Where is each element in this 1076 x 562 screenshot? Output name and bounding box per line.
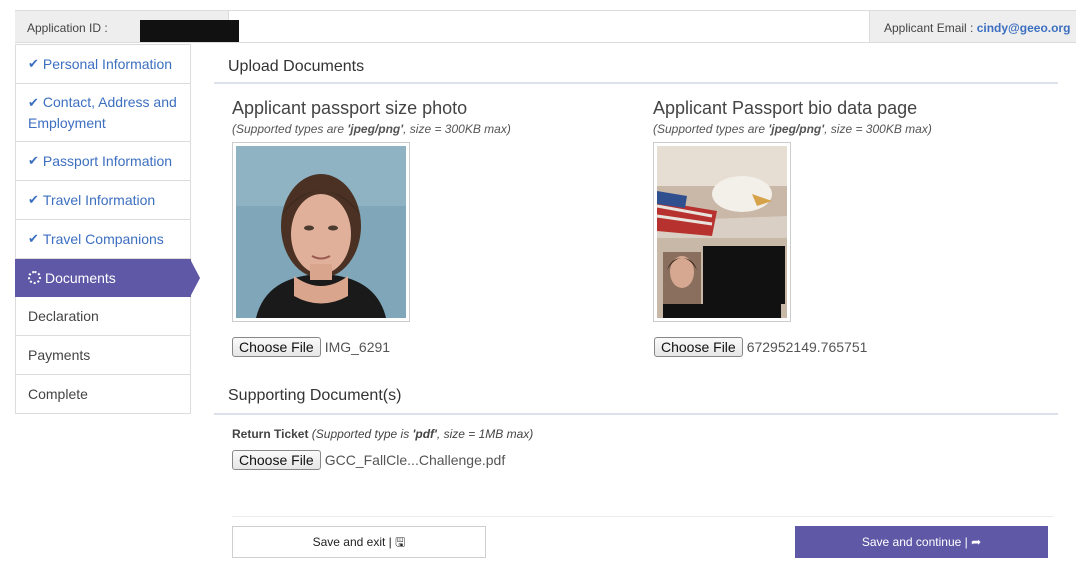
spinner-icon [28,271,41,284]
sidebar-item-declaration[interactable]: Declaration [15,297,191,336]
sidebar-item-personal-information[interactable]: ✔ Personal Information [15,44,191,84]
return-ticket-file-row: Choose File GCC_FallCle...Challenge.pdf [232,450,505,470]
bio-choose-file-button[interactable]: Choose File [654,337,743,357]
return-ticket-hint-prefix: (Supported type is [308,427,413,441]
upload-documents-heading: Upload Documents [214,44,1058,84]
supporting-documents-title: Supporting Document(s) [228,387,402,404]
bio-hint: (Supported types are 'jpeg/png', size = … [653,122,932,136]
sidebar-item-travel-information[interactable]: ✔ Travel Information [15,181,191,220]
sidebar-item-contact-address[interactable]: ✔ Contact, Address and Employment [15,84,191,142]
sidebar-item-label: Payments [28,347,91,363]
application-id-label: Application ID : [27,21,108,35]
sidebar-item-label: Travel Companions [42,231,164,247]
sidebar-item-complete[interactable]: Complete [15,375,191,414]
photo-hint-types: 'jpeg/png' [347,122,404,136]
sidebar-item-label: Documents [45,269,116,286]
photo-preview [232,142,410,322]
bio-title: Applicant Passport bio data page [653,98,918,118]
return-ticket-choose-file-button[interactable]: Choose File [232,450,321,470]
return-ticket-hint-suffix: , size = 1MB max) [436,427,534,441]
bottom-divider [232,516,1054,517]
supporting-documents-heading: Supporting Document(s) [214,383,1058,415]
return-ticket-label-row: Return Ticket (Supported type is 'pdf', … [232,427,533,441]
top-bar: Application ID : Applicant Email : cindy… [15,10,1076,43]
save-and-exit-button[interactable]: Save and exit | 🖫 [232,526,486,558]
bio-preview-image [657,146,787,318]
sidebar-item-label: ✔ Contact, Address and Employment [28,92,178,133]
sidebar-nav: ✔ Personal Information ✔ Contact, Address … [15,44,200,414]
save-and-continue-button[interactable]: Save and continue | ➦ [795,526,1048,558]
photo-choose-file-button[interactable]: Choose File [232,337,321,357]
sidebar-item-payments[interactable]: Payments [15,336,191,375]
bio-hint-types: 'jpeg/png' [768,122,825,136]
bio-hint-suffix: , size = 300KB max) [824,122,932,136]
sidebar-item-label: Personal Information [42,56,173,72]
sidebar-item-label: Declaration [28,308,99,324]
bio-hint-prefix: (Supported types are [653,122,769,136]
photo-preview-image [236,146,406,318]
photo-upload: Applicant passport size photo (Supported… [232,98,511,136]
photo-hint-suffix: , size = 300KB max) [403,122,511,136]
sidebar-item-label-text: Contact, Address and Employment [28,94,177,131]
return-ticket-hint-type: 'pdf' [412,427,437,441]
check-icon: ✔ [28,192,39,207]
photo-title: Applicant passport size photo [232,98,468,118]
return-ticket-filename: GCC_FallCle...Challenge.pdf [324,452,506,468]
sidebar-item-passport-information[interactable]: ✔ Passport Information [15,142,191,181]
check-icon: ✔ [28,231,39,246]
bio-upload: Applicant Passport bio data page (Suppor… [653,98,932,136]
photo-file-row: Choose File IMG_6291 [232,337,390,357]
return-ticket-label: Return Ticket [232,427,309,441]
sidebar-item-travel-companions[interactable]: ✔ Travel Companions [15,220,191,259]
sidebar-item-label: Complete [28,386,88,402]
bio-filename: 672952149.765751 [746,339,868,355]
sidebar-item-documents[interactable]: Documents [15,259,200,297]
redacted-application-id [140,20,239,42]
bio-file-row: Choose File 672952149.765751 [654,337,867,357]
photo-hint-prefix: (Supported types are [232,122,348,136]
bio-preview [653,142,791,322]
check-icon: ✔ [28,56,39,71]
applicant-email: Applicant Email : cindy@geeo.org [869,11,1076,42]
applicant-email-label: Applicant Email : [884,21,977,35]
sidebar-item-label: Passport Information [42,153,173,169]
photo-hint: (Supported types are 'jpeg/png', size = … [232,122,511,136]
sidebar-item-label: Travel Information [42,192,156,208]
photo-filename: IMG_6291 [324,339,391,355]
applicant-email-value: cindy@geeo.org [976,21,1071,35]
main-content: Upload Documents [214,44,1058,84]
upload-documents-title: Upload Documents [228,58,365,75]
check-icon: ✔ [28,153,39,168]
check-icon: ✔ [28,95,39,110]
return-ticket-hint: (Supported type is 'pdf', size = 1MB max… [308,427,533,441]
